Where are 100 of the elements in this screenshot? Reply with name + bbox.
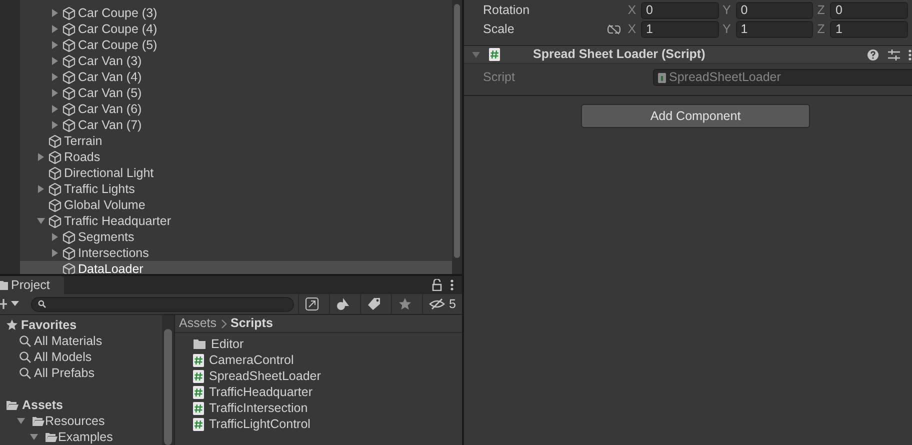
search-icon <box>19 367 31 379</box>
cube-icon <box>62 70 76 84</box>
cube-icon <box>62 54 76 68</box>
file-item[interactable]: SpreadSheetLoader <box>175 368 462 384</box>
cube-icon <box>48 166 62 180</box>
add-component-button[interactable]: Add Component <box>581 104 810 128</box>
collapse-arrow-icon <box>37 217 45 225</box>
star-icon <box>6 319 18 331</box>
number-field[interactable]: 1 <box>640 21 719 38</box>
cube-icon <box>48 150 62 164</box>
hierarchy-item[interactable]: Intersections <box>20 245 452 261</box>
folder-icon <box>193 338 206 350</box>
favorite-item[interactable]: All Materials <box>0 333 162 349</box>
project-tab[interactable]: Project <box>0 276 64 294</box>
script-icon <box>193 418 204 430</box>
file-item[interactable]: Editor <box>175 336 462 352</box>
file-item[interactable]: TrafficHeadquarter <box>175 384 462 400</box>
hierarchy-item[interactable]: Directional Light <box>20 165 452 181</box>
hierarchy-item[interactable]: Car Van (7) <box>20 117 452 133</box>
cube-icon <box>48 182 62 196</box>
favorite-item[interactable]: All Prefabs <box>0 365 162 381</box>
open-folder-icon <box>32 415 45 427</box>
component-header[interactable]: Spread Sheet Loader (Script) <box>464 45 912 64</box>
open-folder-icon <box>6 399 19 411</box>
search-field[interactable] <box>31 296 294 312</box>
folder-item[interactable]: Examples <box>0 429 162 445</box>
hierarchy-item[interactable]: DataLoader <box>20 261 452 274</box>
create-dropdown[interactable] <box>0 299 19 309</box>
number-field[interactable]: 1 <box>736 21 814 38</box>
open-folder-icon <box>45 431 58 443</box>
cube-icon <box>48 214 62 228</box>
hierarchy-item[interactable]: Car Van (3) <box>20 53 452 69</box>
hierarchy-item[interactable]: Car Coupe (5) <box>20 37 452 53</box>
axis-label: Z <box>817 21 826 38</box>
axis-label: X <box>628 2 638 20</box>
assets-folder[interactable]: Assets <box>0 397 162 413</box>
hierarchy-item[interactable]: Car Van (6) <box>20 101 452 117</box>
favorite-icon <box>398 297 412 311</box>
transform-label: Scale <box>483 21 516 38</box>
hidden-packages-button[interactable]: 5 <box>422 294 462 314</box>
number-field[interactable]: 0 <box>736 2 814 19</box>
script-icon <box>489 48 500 61</box>
hidden-eye-icon <box>429 298 446 310</box>
more-icon <box>450 279 454 291</box>
search-icon <box>19 351 31 363</box>
hierarchy-item[interactable]: Traffic Lights <box>20 181 452 197</box>
object-field: SpreadSheetLoader <box>653 69 912 86</box>
cube-icon <box>48 134 62 148</box>
axis-label: Y <box>722 2 732 20</box>
cube-icon <box>62 86 76 100</box>
script-icon <box>193 386 204 398</box>
hierarchy-item[interactable]: Roads <box>20 149 452 165</box>
hierarchy-item[interactable]: Car Van (5) <box>20 85 452 101</box>
script-icon <box>658 72 666 82</box>
search-mode-icon <box>305 297 320 311</box>
number-field[interactable]: 0 <box>830 2 908 19</box>
axis-label: Y <box>722 21 732 38</box>
presets-icon <box>888 48 900 60</box>
chevron-icon <box>220 318 227 328</box>
script-icon <box>193 354 204 366</box>
scrollbar-thumb[interactable] <box>164 329 172 445</box>
file-item[interactable]: TrafficIntersection <box>175 400 462 416</box>
cube-icon <box>62 102 76 116</box>
search-icon <box>38 300 46 308</box>
search-icon <box>19 335 31 347</box>
cube-icon <box>62 118 76 132</box>
file-item[interactable]: CameraControl <box>175 352 462 368</box>
hierarchy-item[interactable]: Car Coupe (3) <box>20 5 452 21</box>
cube-icon <box>48 198 62 212</box>
breadcrumb-item[interactable]: Scripts <box>230 315 273 333</box>
axis-label: X <box>628 21 638 38</box>
axis-label: Z <box>817 2 826 20</box>
scrollbar-thumb[interactable] <box>454 4 460 258</box>
field-label: Script <box>483 69 516 86</box>
hierarchy-item[interactable]: Car Coupe (4) <box>20 21 452 37</box>
hierarchy-item[interactable]: Traffic Headquarter <box>20 213 452 229</box>
cube-icon <box>62 262 76 274</box>
plus-icon <box>0 299 7 309</box>
number-field[interactable]: 0 <box>640 2 719 19</box>
filter-label-icon <box>367 297 382 311</box>
cube-icon <box>62 246 76 260</box>
hierarchy-item[interactable]: Global Volume <box>20 197 452 213</box>
folder-item[interactable]: Resources <box>0 413 162 429</box>
breadcrumb-item[interactable]: Assets <box>179 315 217 333</box>
hierarchy-item[interactable]: Segments <box>20 229 452 245</box>
hierarchy-item[interactable]: Terrain <box>20 133 452 149</box>
file-item[interactable]: TrafficLightControl <box>175 416 462 432</box>
script-icon <box>193 402 204 414</box>
favorite-item[interactable]: All Models <box>0 349 162 365</box>
hierarchy-item[interactable]: Car Van (4) <box>20 69 452 85</box>
collapse-arrow-icon <box>472 50 481 58</box>
number-field[interactable]: 1 <box>830 21 908 38</box>
favorites-header[interactable]: Favorites <box>0 317 162 333</box>
cube-icon <box>62 230 76 244</box>
cube-icon <box>62 38 76 52</box>
folder-icon <box>0 280 8 290</box>
expand-arrow-icon <box>37 185 45 193</box>
filter-type-icon <box>336 297 350 311</box>
cube-icon <box>62 6 76 20</box>
help-icon <box>867 48 879 60</box>
